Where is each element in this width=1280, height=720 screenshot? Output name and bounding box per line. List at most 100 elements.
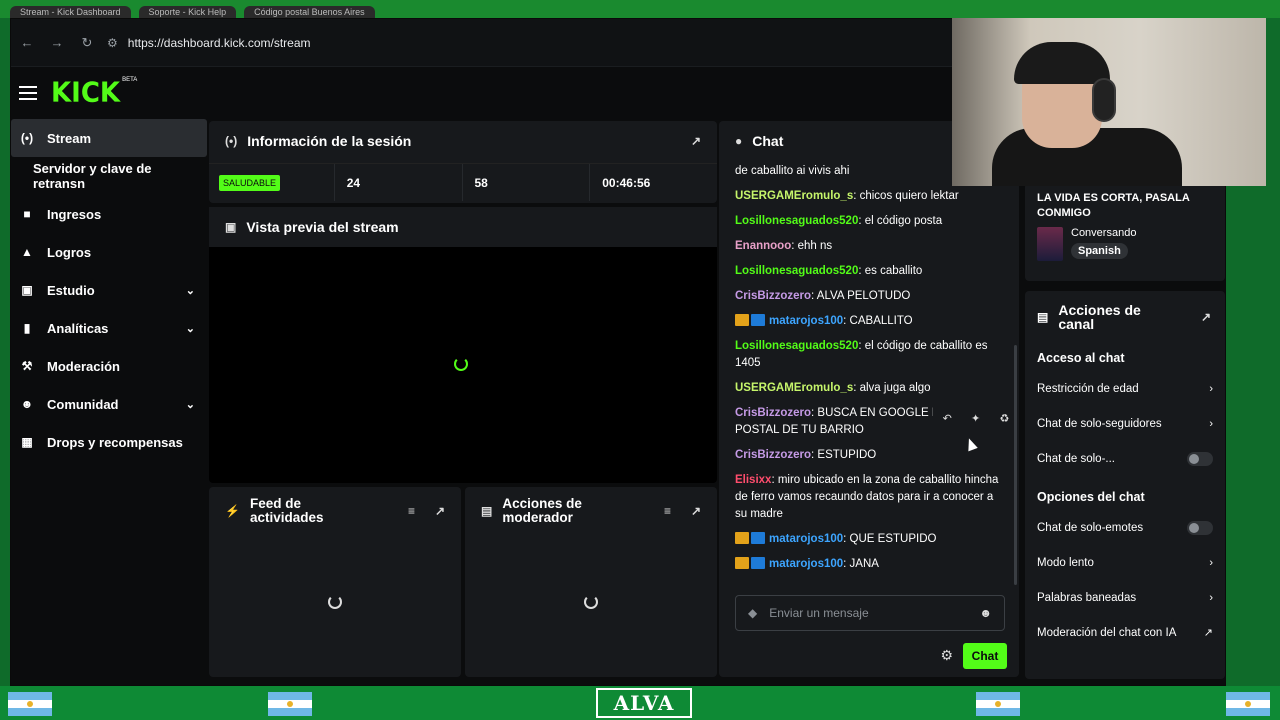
argentina-flag-icon (1226, 692, 1270, 716)
chevron-right-icon: › (1209, 556, 1213, 569)
sidebar-item-stream[interactable]: (•) Stream (11, 119, 207, 157)
emoji-icon[interactable]: ☻ (979, 606, 992, 620)
panel-title-line: actividades (249, 510, 324, 525)
chat-username[interactable]: USERGAMEromulo_s (735, 382, 853, 394)
panel-title-line: Acciones de (502, 496, 582, 511)
sidebar-item-stream-key[interactable]: Servidor y clave de retransn (11, 157, 207, 195)
send-chat-button[interactable]: Chat (963, 643, 1007, 669)
chat-username[interactable]: Elisixx (735, 474, 771, 486)
browser-tab[interactable]: Stream - Kick Dashboard (10, 6, 131, 18)
chat-username[interactable]: matarojos100 (769, 558, 843, 570)
chat-text: : el código posta (858, 215, 943, 227)
filter-icon[interactable]: ≡ (408, 504, 415, 518)
chat-message[interactable]: CrisBizzozero: ESTUPIDO (735, 447, 1007, 464)
reload-icon[interactable]: ↻ (77, 33, 97, 53)
age-restriction-item[interactable]: Restricción de edad › (1025, 371, 1225, 406)
argentina-flag-icon (8, 692, 52, 716)
chat-message[interactable]: matarojos100: CABALLITO (735, 313, 1007, 330)
chat-username[interactable]: CrisBizzozero (735, 407, 811, 419)
actions-icon: ▤ (1037, 310, 1049, 324)
kick-header: KICK BETA (11, 67, 953, 119)
filter-icon[interactable]: ≡ (664, 504, 671, 518)
expand-icon[interactable]: ↗ (435, 504, 445, 518)
chat-text: : es caballito (858, 265, 923, 277)
banned-words-item[interactable]: Palabras baneadas › (1025, 580, 1225, 615)
chat-username[interactable]: CrisBizzozero (735, 449, 811, 461)
pin-icon[interactable]: ✦ (971, 412, 980, 425)
panel-title-line: Feed de (249, 496, 301, 511)
forward-icon[interactable]: → (47, 33, 67, 53)
site-settings-icon[interactable]: ⚙ (107, 36, 118, 50)
chat-message[interactable]: matarojos100: QUE ESTUPIDO (735, 531, 1007, 548)
chat-username[interactable]: CrisBizzozero (735, 290, 811, 302)
chat-username[interactable]: Enannooo (735, 240, 791, 252)
chat-username[interactable]: matarojos100 (769, 315, 843, 327)
sidebar-item-label: Analíticas (47, 320, 109, 336)
stat-viewers: 24 (335, 164, 463, 201)
sidebar: (•) Stream Servidor y clave de retransn … (11, 119, 207, 685)
panel-title: Vista previa del stream (246, 219, 399, 235)
chat-message[interactable]: Losillonesaguados520: el código posta (735, 213, 1007, 230)
ai-moderation-item[interactable]: Moderación del chat con IA ↗ (1025, 615, 1225, 650)
chat-message[interactable]: USERGAMEromulo_s: chicos quiero lektar (735, 188, 1007, 205)
followers-only-item[interactable]: Chat de solo-seguidores › (1025, 406, 1225, 441)
emotes-only-toggle[interactable] (1187, 520, 1213, 535)
chat-username[interactable]: matarojos100 (769, 533, 843, 545)
sidebar-item-comunidad[interactable]: ☻ Comunidad ⌄ (11, 385, 207, 423)
session-info-panel: (•) Información de la sesión ↗ SALUDABLE… (209, 121, 717, 203)
chat-input[interactable]: ◆ Enviar un mensaje ☻ (735, 595, 1005, 631)
studio-icon: ▣ (21, 283, 33, 297)
sidebar-item-ingresos[interactable]: ■ Ingresos (11, 195, 207, 233)
chevron-down-icon: ⌄ (185, 322, 195, 335)
panel-header: (•) Información de la sesión ↗ (209, 121, 717, 161)
browser-tab[interactable]: Soporte - Kick Help (138, 6, 237, 18)
kick-logo[interactable]: KICK (51, 77, 120, 109)
menu-icon[interactable] (19, 86, 37, 100)
undo-icon[interactable]: ↶ (943, 412, 952, 425)
panel-title-line: canal (1058, 316, 1095, 332)
trash-icon[interactable]: ♻ (999, 412, 1009, 425)
chart-icon: ▮ (23, 321, 31, 335)
sidebar-item-label: Drops y recompensas (47, 434, 183, 450)
sidebar-item-moderacion[interactable]: ⚒ Moderación (11, 347, 207, 385)
sidebar-item-estudio[interactable]: ▣ Estudio ⌄ (11, 271, 207, 309)
chat-text: : ALVA PELOTUDO (811, 290, 911, 302)
blade-badge-icon (751, 314, 765, 326)
sidebar-item-analiticas[interactable]: ▮ Analíticas ⌄ (11, 309, 207, 347)
subs-only-toggle[interactable] (1187, 451, 1213, 466)
chat-message[interactable]: CrisBizzozero: ALVA PELOTUDO (735, 288, 1007, 305)
expand-icon[interactable]: ↗ (1201, 310, 1211, 324)
back-icon[interactable]: ← (17, 33, 37, 53)
gear-icon[interactable]: ⚙ (940, 647, 953, 664)
sidebar-item-drops[interactable]: ▦ Drops y recompensas (11, 423, 207, 461)
panel-title: Acciones de moderador (502, 497, 582, 525)
video-icon: ▣ (225, 220, 237, 234)
chat-username[interactable]: Losillonesaguados520 (735, 265, 858, 277)
chat-username[interactable]: Losillonesaguados520 (735, 340, 858, 352)
chat-message[interactable]: Enannooo: ehh ns (735, 238, 1007, 255)
chat-message[interactable]: matarojos100: JANA (735, 556, 1007, 573)
row-label: Restricción de edad (1037, 382, 1139, 395)
expand-icon[interactable]: ↗ (691, 504, 701, 518)
external-link-icon: ↗ (1203, 627, 1213, 639)
chat-text: : miro ubicado en la zona de caballito h… (735, 474, 999, 520)
panel-title: Feed de actividades (250, 497, 324, 525)
chat-username[interactable]: Losillonesaguados520 (735, 215, 858, 227)
stat-status: SALUDABLE (209, 164, 335, 201)
browser-tab[interactable]: Código postal Buenos Aires (244, 6, 375, 18)
chat-message[interactable]: Losillonesaguados520: es caballito (735, 263, 1007, 280)
category-thumbnail (1037, 227, 1063, 261)
language-tag: Spanish (1071, 243, 1128, 259)
chat-username[interactable]: USERGAMEromulo_s (735, 190, 853, 202)
sidebar-item-logros[interactable]: ▲ Logros (11, 233, 207, 271)
mod-actions-panel: ▤ Acciones de moderador ≡ ↗ (465, 487, 717, 677)
sidebar-item-label: Ingresos (47, 206, 102, 222)
row-label: Moderación del chat con IA (1037, 626, 1177, 639)
chat-message[interactable]: USERGAMEromulo_s: alva juga algo (735, 380, 1007, 397)
chat-message[interactable]: Elisixx: miro ubicado en la zona de caba… (735, 472, 1007, 523)
expand-icon[interactable]: ↗ (691, 134, 701, 148)
chat-scrollbar[interactable] (1014, 345, 1017, 585)
url-field[interactable]: ⚙ https://dashboard.kick.com/stream (107, 36, 311, 50)
chat-message[interactable]: Losillonesaguados520: el código de cabal… (735, 338, 1007, 372)
slow-mode-item[interactable]: Modo lento › (1025, 545, 1225, 580)
